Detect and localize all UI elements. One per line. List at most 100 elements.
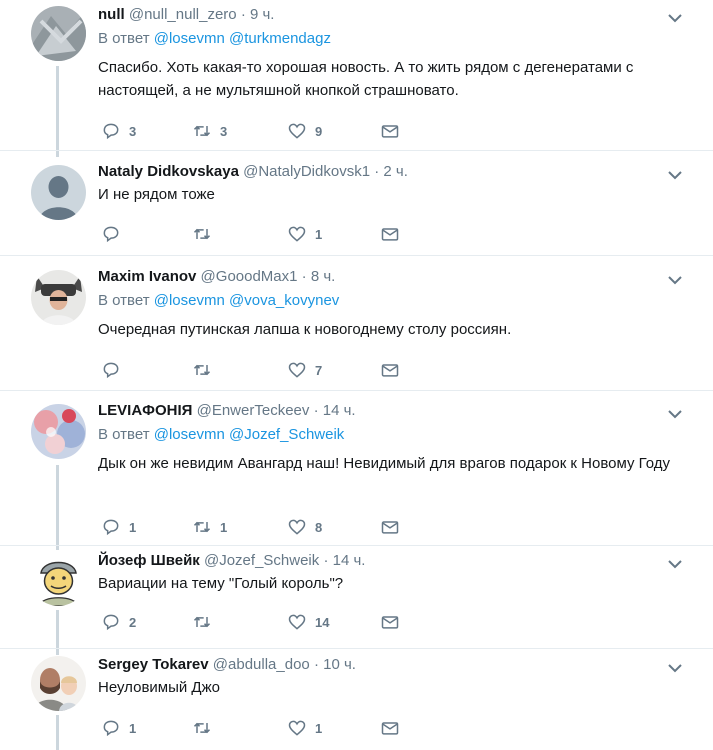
tweet[interactable]: Nataly Didkovskaya @NatalyDidkovsk1 · 2 … bbox=[0, 151, 713, 256]
mention-link[interactable]: @turkmendagz bbox=[229, 30, 331, 47]
avatar[interactable] bbox=[31, 6, 86, 61]
reply-context: В ответ @losevmn @Jozef_Schweik bbox=[98, 424, 673, 446]
avatar[interactable] bbox=[31, 165, 86, 220]
reply-button[interactable]: 1 bbox=[101, 515, 136, 539]
reply-count: 1 bbox=[129, 519, 137, 535]
reply-button[interactable] bbox=[101, 222, 129, 246]
thread-line bbox=[56, 649, 59, 655]
tweet[interactable]: Sergey Tokarev @abdulla_doo · 10 ч. Неул… bbox=[0, 649, 713, 750]
thread-line bbox=[56, 465, 59, 545]
tweet[interactable]: Maxim Ivanov @GooodMax1 · 8 ч. В ответ @… bbox=[0, 256, 713, 391]
author-handle[interactable]: @abdulla_doo bbox=[213, 656, 310, 673]
like-count: 8 bbox=[315, 519, 323, 535]
envelope-icon bbox=[381, 228, 399, 241]
reply-prefix: В ответ bbox=[98, 30, 150, 47]
mention-link[interactable]: @losevmn bbox=[154, 30, 225, 47]
separator-dot: · bbox=[374, 163, 380, 180]
thread-line bbox=[56, 546, 59, 550]
like-count: 1 bbox=[315, 226, 323, 242]
reply-button[interactable]: 3 bbox=[101, 119, 136, 143]
dm-button[interactable] bbox=[380, 119, 400, 143]
timestamp[interactable]: 10 ч. bbox=[323, 656, 356, 673]
dm-button[interactable] bbox=[380, 716, 400, 740]
author-name[interactable]: Sergey Tokarev bbox=[98, 656, 209, 673]
author-name[interactable]: LEVIAФОНІЯ bbox=[98, 402, 192, 419]
chevron-down-icon[interactable] bbox=[667, 10, 683, 26]
retweet-button[interactable] bbox=[192, 358, 220, 382]
chevron-down-icon[interactable] bbox=[667, 660, 683, 676]
timestamp[interactable]: 14 ч. bbox=[333, 552, 366, 569]
like-button[interactable]: 7 bbox=[287, 358, 322, 382]
thread-line bbox=[56, 66, 59, 150]
avatar[interactable] bbox=[31, 270, 86, 325]
reply-prefix: В ответ bbox=[98, 292, 150, 309]
reply-icon bbox=[103, 226, 119, 243]
separator-dot: · bbox=[323, 552, 329, 569]
timestamp[interactable]: 14 ч. bbox=[323, 402, 356, 419]
reply-icon bbox=[103, 519, 119, 536]
avatar[interactable] bbox=[31, 404, 86, 459]
like-count: 14 bbox=[315, 614, 330, 630]
chevron-down-icon[interactable] bbox=[667, 556, 683, 572]
separator-dot: · bbox=[313, 402, 319, 419]
mention-link[interactable]: @losevmn bbox=[154, 292, 225, 309]
avatar[interactable] bbox=[31, 551, 86, 606]
dm-button[interactable] bbox=[380, 610, 400, 634]
retweet-button[interactable] bbox=[192, 716, 220, 740]
reply-button[interactable]: 1 bbox=[101, 716, 136, 740]
heart-icon bbox=[288, 519, 306, 535]
timestamp[interactable]: 9 ч. bbox=[250, 6, 275, 23]
tweet-text: Спасибо. Хоть какая-то хорошая новость. … bbox=[98, 59, 634, 99]
heart-icon bbox=[288, 614, 306, 630]
author-handle[interactable]: @Jozef_Schweik bbox=[204, 552, 319, 569]
retweet-button[interactable] bbox=[192, 610, 220, 634]
reply-button[interactable]: 2 bbox=[101, 610, 136, 634]
retweet-button[interactable]: 1 bbox=[192, 515, 227, 539]
like-button[interactable]: 14 bbox=[287, 610, 329, 634]
like-button[interactable]: 9 bbox=[287, 119, 322, 143]
envelope-icon bbox=[381, 722, 399, 735]
chevron-down-icon[interactable] bbox=[667, 167, 683, 183]
author-handle[interactable]: @null_null_zero bbox=[129, 6, 237, 23]
tweet[interactable]: LEVIAФОНІЯ @EnwerTeckeev · 14 ч. В ответ… bbox=[0, 391, 713, 546]
mention-link[interactable]: @vova_kovynev bbox=[229, 292, 339, 309]
dm-button[interactable] bbox=[380, 515, 400, 539]
reply-prefix: В ответ bbox=[98, 426, 150, 443]
tweet[interactable]: Йозеф Швейк @Jozef_Schweik · 14 ч. Вариа… bbox=[0, 546, 713, 649]
author-handle[interactable]: @NatalyDidkovsk1 bbox=[243, 163, 370, 180]
tweet[interactable]: null @null_null_zero · 9 ч. В ответ @los… bbox=[0, 0, 713, 151]
author-name[interactable]: Maxim Ivanov bbox=[98, 268, 196, 285]
mention-link[interactable]: @losevmn bbox=[154, 426, 225, 443]
separator-dot: · bbox=[313, 656, 319, 673]
like-button[interactable]: 1 bbox=[287, 222, 322, 246]
reply-button[interactable] bbox=[101, 358, 129, 382]
like-button[interactable]: 1 bbox=[287, 716, 322, 740]
heart-icon bbox=[288, 226, 306, 242]
retweet-button[interactable]: 3 bbox=[192, 119, 227, 143]
thread-line bbox=[56, 610, 59, 648]
retweet-icon bbox=[193, 722, 211, 734]
reply-icon bbox=[103, 614, 119, 631]
reply-count: 1 bbox=[129, 720, 137, 736]
dm-button[interactable] bbox=[380, 222, 400, 246]
chevron-down-icon[interactable] bbox=[667, 406, 683, 422]
author-name[interactable]: Nataly Didkovskaya bbox=[98, 163, 239, 180]
like-button[interactable]: 8 bbox=[287, 515, 322, 539]
author-name[interactable]: null bbox=[98, 6, 125, 23]
timestamp[interactable]: 8 ч. bbox=[311, 268, 336, 285]
retweet-icon bbox=[193, 228, 211, 240]
dm-button[interactable] bbox=[380, 358, 400, 382]
author-name[interactable]: Йозеф Швейк bbox=[98, 552, 200, 569]
timestamp[interactable]: 2 ч. bbox=[383, 163, 408, 180]
separator-dot: · bbox=[301, 268, 307, 285]
like-count: 1 bbox=[315, 720, 323, 736]
author-handle[interactable]: @EnwerTeckeev bbox=[197, 402, 310, 419]
tweet-text: Вариации на тему "Голый король"? bbox=[98, 575, 344, 592]
mention-link[interactable]: @Jozef_Schweik bbox=[229, 426, 344, 443]
avatar[interactable] bbox=[31, 656, 86, 711]
author-handle[interactable]: @GooodMax1 bbox=[201, 268, 298, 285]
retweet-button[interactable] bbox=[192, 222, 220, 246]
heart-icon bbox=[288, 720, 306, 736]
chevron-down-icon[interactable] bbox=[667, 272, 683, 288]
thread-line bbox=[56, 151, 59, 157]
